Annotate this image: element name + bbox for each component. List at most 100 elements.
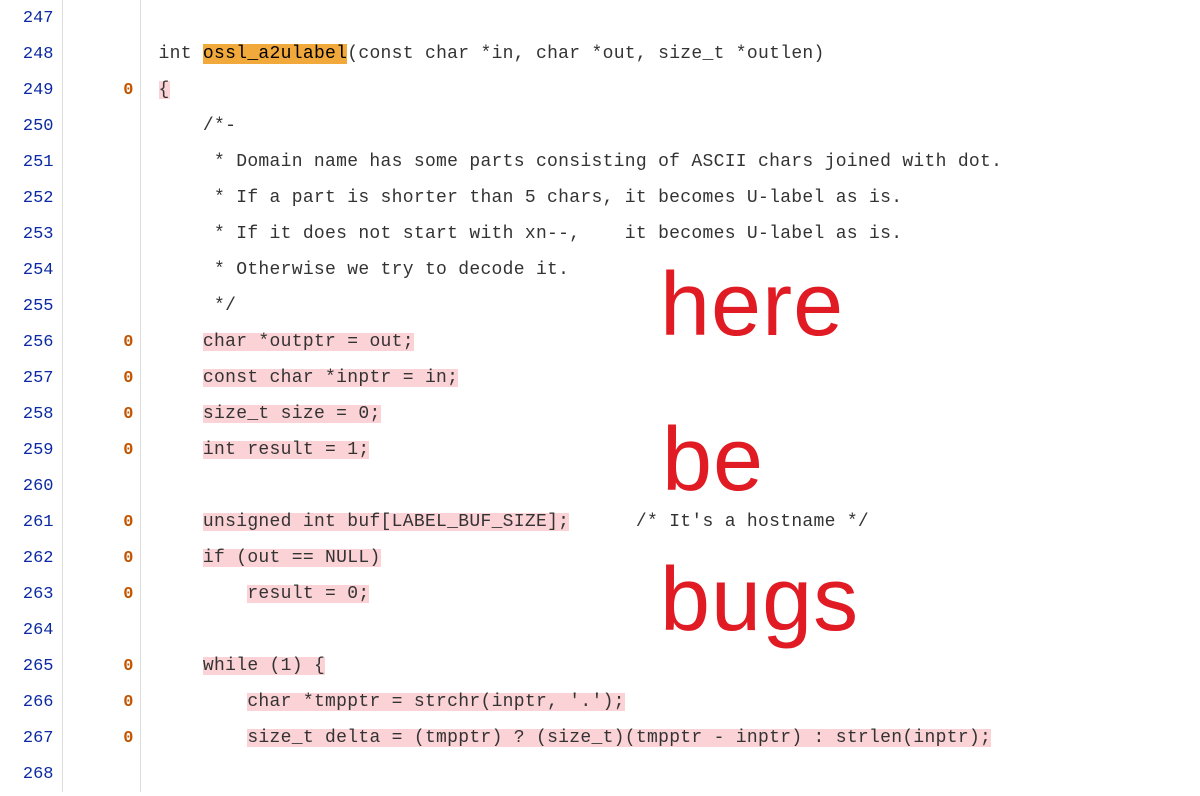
line-number[interactable]: 251 <box>0 144 62 180</box>
line-number[interactable]: 253 <box>0 216 62 252</box>
line-number[interactable]: 266 <box>0 684 62 720</box>
code-row: 2580 size_t size = 0; <box>0 396 1200 432</box>
source-line[interactable]: size_t size = 0; <box>140 396 1200 432</box>
source-line[interactable]: if (out == NULL) <box>140 540 1200 576</box>
source-line[interactable] <box>140 0 1200 36</box>
line-number[interactable]: 258 <box>0 396 62 432</box>
line-number[interactable]: 262 <box>0 540 62 576</box>
src-text: /* It's a hostname */ <box>569 512 869 532</box>
source-line[interactable]: * Domain name has some parts consisting … <box>140 144 1200 180</box>
coverage-count: 0 <box>62 720 140 756</box>
code-table: 247248 int ossl_a2ulabel(const char *in, … <box>0 0 1200 792</box>
line-number[interactable]: 252 <box>0 180 62 216</box>
source-line[interactable]: char *outptr = out; <box>140 324 1200 360</box>
coverage-count <box>62 180 140 216</box>
coverage-count <box>62 468 140 504</box>
coverage-count <box>62 216 140 252</box>
coverage-count <box>62 144 140 180</box>
src-indent <box>159 404 203 424</box>
code-row: 247 <box>0 0 1200 36</box>
coverage-count <box>62 252 140 288</box>
line-number[interactable]: 248 <box>0 36 62 72</box>
src-indent <box>159 692 248 712</box>
source-line[interactable]: size_t delta = (tmpptr) ? (size_t)(tmppt… <box>140 720 1200 756</box>
coverage-count <box>62 612 140 648</box>
coverage-count: 0 <box>62 540 140 576</box>
line-number[interactable]: 247 <box>0 0 62 36</box>
coverage-count: 0 <box>62 576 140 612</box>
line-number[interactable]: 265 <box>0 648 62 684</box>
src-indent <box>159 368 203 388</box>
line-number[interactable]: 268 <box>0 756 62 792</box>
code-row: 2660 char *tmpptr = strchr(inptr, '.'); <box>0 684 1200 720</box>
line-number[interactable]: 263 <box>0 576 62 612</box>
coverage-count <box>62 0 140 36</box>
code-row: 2490{ <box>0 72 1200 108</box>
code-row: 2630 result = 0; <box>0 576 1200 612</box>
coverage-count <box>62 756 140 792</box>
source-line[interactable]: result = 0; <box>140 576 1200 612</box>
source-line[interactable]: unsigned int buf[LABEL_BUF_SIZE]; /* It'… <box>140 504 1200 540</box>
uncovered-segment: const char *inptr = in; <box>203 369 458 387</box>
source-line[interactable] <box>140 756 1200 792</box>
code-row: 250 /*- <box>0 108 1200 144</box>
src-text: * If a part is shorter than 5 chars, it … <box>159 188 903 208</box>
function-name-highlight: ossl_a2ulabel <box>203 44 347 64</box>
coverage-count <box>62 36 140 72</box>
src-text: /*- <box>159 116 237 136</box>
src-indent <box>159 656 203 676</box>
source-line[interactable]: while (1) { <box>140 648 1200 684</box>
src-text: * If it does not start with xn--, it bec… <box>159 224 903 244</box>
coverage-count <box>62 108 140 144</box>
code-row: 253 * If it does not start with xn--, it… <box>0 216 1200 252</box>
source-line[interactable]: * If it does not start with xn--, it bec… <box>140 216 1200 252</box>
src-indent <box>159 548 203 568</box>
coverage-count: 0 <box>62 360 140 396</box>
line-number[interactable]: 250 <box>0 108 62 144</box>
uncovered-segment: { <box>159 81 170 99</box>
uncovered-segment: int result = 1; <box>203 441 370 459</box>
line-number[interactable]: 256 <box>0 324 62 360</box>
coverage-count: 0 <box>62 324 140 360</box>
coverage-count: 0 <box>62 504 140 540</box>
source-line[interactable]: char *tmpptr = strchr(inptr, '.'); <box>140 684 1200 720</box>
code-row: 2610 unsigned int buf[LABEL_BUF_SIZE]; /… <box>0 504 1200 540</box>
code-row: 2620 if (out == NULL) <box>0 540 1200 576</box>
coverage-count: 0 <box>62 648 140 684</box>
line-number[interactable]: 267 <box>0 720 62 756</box>
line-number[interactable]: 261 <box>0 504 62 540</box>
line-number[interactable]: 264 <box>0 612 62 648</box>
line-number[interactable]: 260 <box>0 468 62 504</box>
uncovered-segment: char *tmpptr = strchr(inptr, '.'); <box>247 693 624 711</box>
src-text: * Otherwise we try to decode it. <box>159 260 570 280</box>
source-line[interactable]: */ <box>140 288 1200 324</box>
code-row: 251 * Domain name has some parts consist… <box>0 144 1200 180</box>
uncovered-segment: size_t size = 0; <box>203 405 381 423</box>
source-line[interactable]: int ossl_a2ulabel(const char *in, char *… <box>140 36 1200 72</box>
line-number[interactable]: 255 <box>0 288 62 324</box>
src-indent <box>159 512 203 532</box>
line-number[interactable]: 254 <box>0 252 62 288</box>
src-text: * Domain name has some parts consisting … <box>159 152 1003 172</box>
code-row: 2670 size_t delta = (tmpptr) ? (size_t)(… <box>0 720 1200 756</box>
code-row: 268 <box>0 756 1200 792</box>
source-line[interactable]: * Otherwise we try to decode it. <box>140 252 1200 288</box>
line-number[interactable]: 249 <box>0 72 62 108</box>
src-text: */ <box>159 296 237 316</box>
src-text: (const char *in, char *out, size_t *outl… <box>347 44 824 64</box>
source-line[interactable]: { <box>140 72 1200 108</box>
source-line[interactable] <box>140 468 1200 504</box>
source-line[interactable]: /*- <box>140 108 1200 144</box>
code-row: 2560 char *outptr = out; <box>0 324 1200 360</box>
line-number[interactable]: 257 <box>0 360 62 396</box>
uncovered-segment: size_t delta = (tmpptr) ? (size_t)(tmppt… <box>247 729 991 747</box>
line-number[interactable]: 259 <box>0 432 62 468</box>
code-row: 2570 const char *inptr = in; <box>0 360 1200 396</box>
source-line[interactable] <box>140 612 1200 648</box>
src-indent <box>159 728 248 748</box>
coverage-count: 0 <box>62 396 140 432</box>
source-line[interactable]: int result = 1; <box>140 432 1200 468</box>
source-line[interactable]: * If a part is shorter than 5 chars, it … <box>140 180 1200 216</box>
source-line[interactable]: const char *inptr = in; <box>140 360 1200 396</box>
src-indent <box>159 584 248 604</box>
